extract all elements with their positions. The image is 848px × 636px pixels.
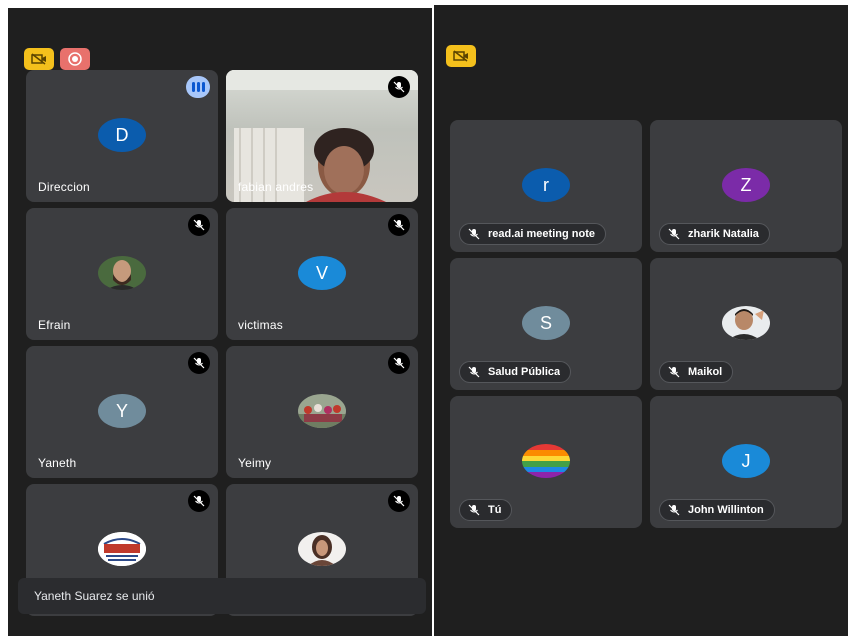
muted-mic-icon: [188, 214, 210, 236]
muted-mic-icon: [468, 228, 480, 240]
participant-name-pill: Salud Pública: [459, 361, 572, 383]
participant-name-pill: Maikol: [659, 361, 734, 383]
avatar: [298, 532, 346, 566]
avatar: V: [298, 256, 346, 290]
camera-off-icon[interactable]: [446, 45, 476, 67]
participant-tile-maikol[interactable]: Maikol: [650, 258, 842, 390]
muted-mic-icon: [188, 352, 210, 374]
muted-mic-icon: [468, 366, 480, 378]
muted-mic-icon: [468, 504, 480, 516]
avatar: [298, 394, 346, 428]
participant-name: Tú: [488, 504, 502, 516]
avatar: Z: [722, 168, 770, 202]
participant-tile-direccion[interactable]: D Direccion: [26, 70, 218, 202]
avatar: [98, 256, 146, 290]
participant-tile-john-willinton[interactable]: J John Willinton: [650, 396, 842, 528]
join-notification-toast: Yaneth Suarez se unió: [18, 578, 426, 614]
participant-name: victimas: [238, 318, 283, 332]
participant-name: Salud Pública: [488, 366, 561, 378]
participant-name: Yaneth: [38, 456, 77, 470]
muted-mic-icon: [388, 76, 410, 98]
avatar: [722, 306, 770, 340]
muted-mic-icon: [668, 228, 680, 240]
participant-name-pill: read.ai meeting note: [459, 223, 606, 245]
toast-text: Yaneth Suarez se unió: [34, 589, 155, 603]
left-meeting-screen: D Direccion fabian andres Efrain V victi…: [8, 8, 432, 636]
participant-tile-zharik-natalia[interactable]: Z zharik Natalia: [650, 120, 842, 252]
participant-tile-salud-publica[interactable]: S Salud Pública: [450, 258, 642, 390]
muted-mic-icon: [388, 352, 410, 374]
rainbow-avatar: [522, 444, 570, 478]
avatar: r: [522, 168, 570, 202]
participant-name: zharik Natalia: [688, 228, 759, 240]
avatar: D: [98, 118, 146, 152]
participant-name: Direccion: [38, 180, 90, 194]
speaking-indicator-icon: [186, 76, 210, 98]
participant-tile-efrain[interactable]: Efrain: [26, 208, 218, 340]
participant-tile-fabian-andres[interactable]: fabian andres: [226, 70, 418, 202]
participant-name-pill: Tú: [459, 499, 513, 521]
participant-name-pill: zharik Natalia: [659, 223, 770, 245]
participant-tile-yaneth[interactable]: Y Yaneth: [26, 346, 218, 478]
participant-name: John Willinton: [688, 504, 764, 516]
muted-mic-icon: [188, 490, 210, 512]
avatar: S: [522, 306, 570, 340]
participant-tile-victimas[interactable]: V victimas: [226, 208, 418, 340]
camera-off-icon[interactable]: [24, 48, 54, 70]
participant-tile-self[interactable]: Tú: [450, 396, 642, 528]
participant-name: Maikol: [688, 366, 723, 378]
avatar: Y: [98, 394, 146, 428]
participant-tile-read-ai[interactable]: r read.ai meeting note: [450, 120, 642, 252]
participant-tile-yeimy[interactable]: Yeimy: [226, 346, 418, 478]
participant-name: Yeimy: [238, 456, 272, 470]
participant-name: read.ai meeting note: [488, 228, 595, 240]
participant-name-pill: John Willinton: [659, 499, 775, 521]
avatar: J: [722, 444, 770, 478]
aiec-logo: [98, 532, 146, 566]
recording-icon[interactable]: [60, 48, 90, 70]
muted-mic-icon: [668, 366, 680, 378]
participant-name: fabian andres: [238, 180, 314, 194]
participant-name: Efrain: [38, 318, 71, 332]
right-meeting-screen: r read.ai meeting note Z zharik Natalia …: [434, 5, 848, 636]
muted-mic-icon: [388, 490, 410, 512]
muted-mic-icon: [668, 504, 680, 516]
muted-mic-icon: [388, 214, 410, 236]
